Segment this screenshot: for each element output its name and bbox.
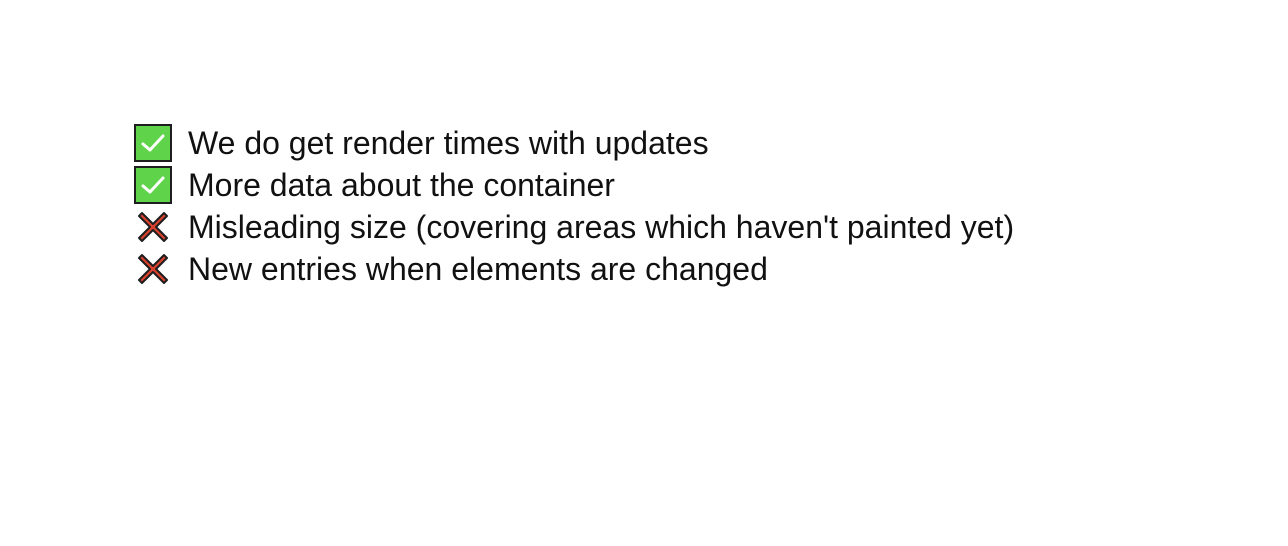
check-box-icon	[134, 124, 172, 162]
list-item: More data about the container	[134, 164, 1014, 206]
check-box-icon	[134, 166, 172, 204]
bullet-list: We do get render times with updates More…	[134, 122, 1014, 311]
cross-mark-icon	[134, 250, 172, 288]
item-text: New entries when elements are changed	[188, 250, 768, 287]
list-item: We do get render times with updates	[134, 122, 1014, 164]
item-text: Misleading size (covering areas which ha…	[188, 208, 1015, 245]
item-text: We do get render times with updates	[188, 124, 709, 161]
cross-mark-icon	[134, 208, 172, 246]
item-text: More data about the container	[188, 166, 615, 203]
list-item: Misleading size (covering areas which ha…	[134, 206, 1014, 248]
list-item: New entries when elements are changed	[134, 248, 1014, 290]
